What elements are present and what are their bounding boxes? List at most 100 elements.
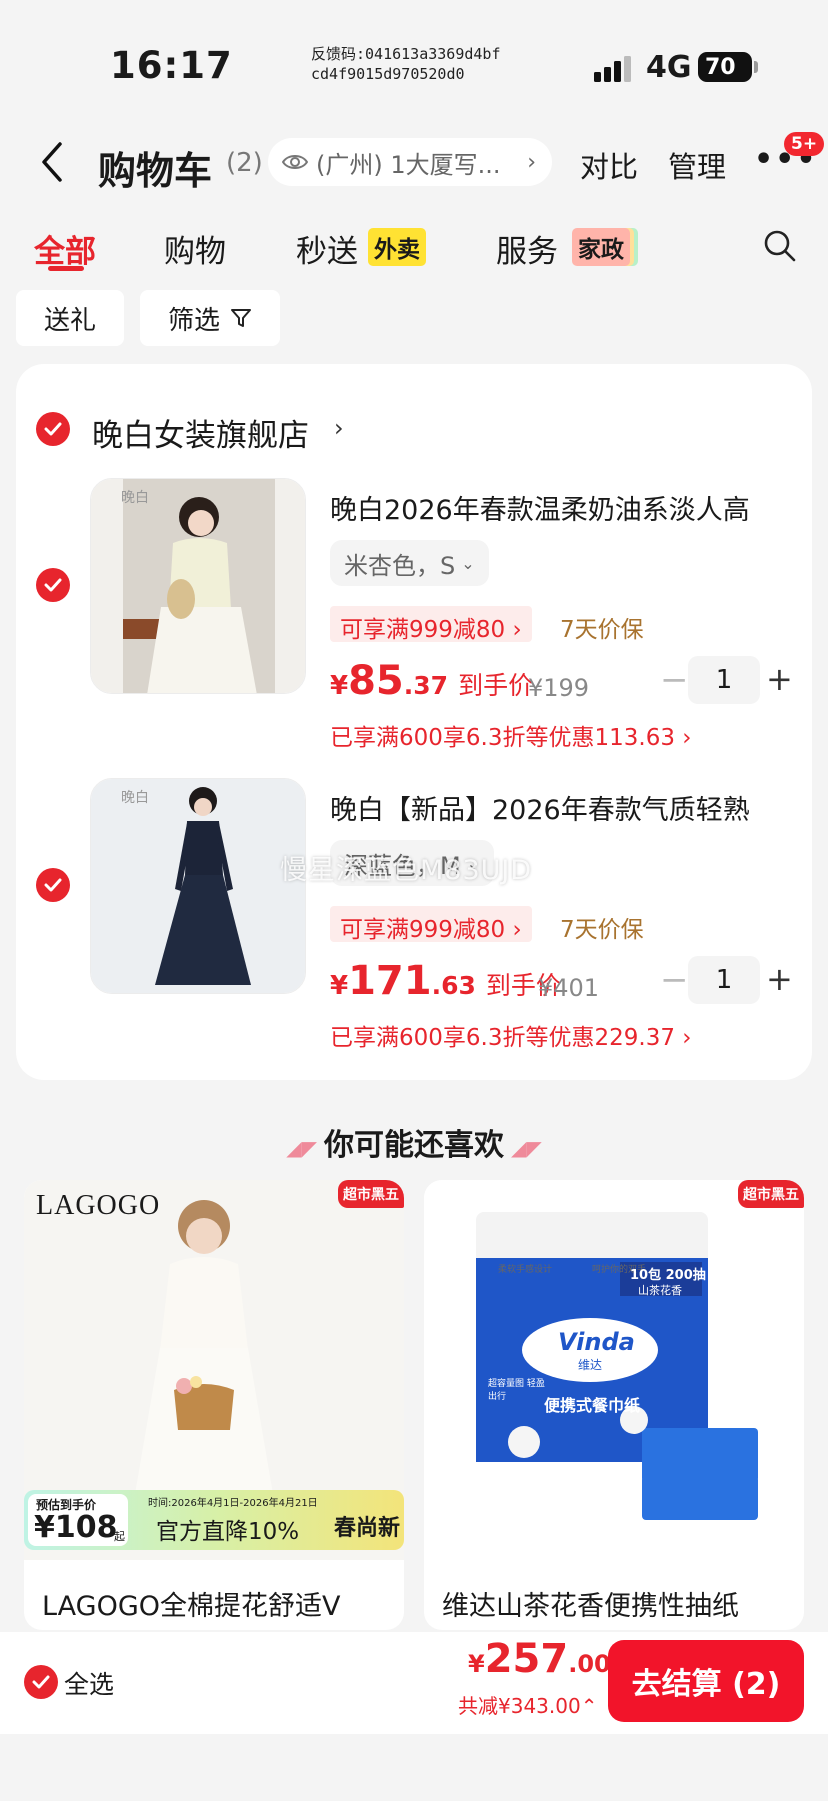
vinda-cn-logo: 维达 [578,1358,603,1372]
est-price-box: 预估到手价 ¥108 起 [28,1494,128,1546]
status-time: 16:17 [110,44,233,87]
gift-filter-button[interactable]: 送礼 [16,290,124,346]
promo-tag[interactable]: 可享满999减80 › [330,906,532,943]
final-price: ¥171.63 到手价 [330,958,561,1004]
decor-right-icon: ◢◤ [504,1136,542,1160]
funnel-icon [231,309,251,327]
price-integer: 171 [348,958,432,1004]
feedback-code: 反馈码:041613a3369d4bf cd4f9015d970520d0 [311,44,501,84]
housekeeping-tag: 家政 [572,228,630,266]
reduction-text: 共减¥343.00 [458,1694,581,1718]
select-all-label[interactable]: 全选 [64,1665,114,1701]
price-decimal: .63 [431,971,476,1000]
search-icon[interactable] [762,228,798,264]
takeout-tag: 外卖 [368,228,426,266]
total-integer: 257 [484,1636,569,1682]
chevron-right-icon: › [682,725,692,751]
tab-instant[interactable]: 秒送 [296,226,358,271]
pack-scent: 山茶花香 [638,1284,682,1297]
promo-badge: 超市黑五 [738,1180,804,1208]
original-price: ¥199 [528,674,590,702]
promo-right-text: 春尚新 [334,1516,401,1541]
quantity-input[interactable]: 1 [688,656,760,704]
battery-icon: 70 [698,52,758,82]
manage-button[interactable]: 管理 [668,144,726,186]
item-select-checkbox[interactable] [36,568,70,602]
product-thumbnail[interactable]: 晚白 [90,778,306,994]
gift-label: 送礼 [43,305,96,336]
chevron-right-icon: › [512,617,522,643]
location-selector[interactable]: (广州) 1大厦写... › [268,138,552,186]
decor-left-icon: ◢◤ [286,1136,324,1160]
qty-plus-button[interactable]: + [766,660,793,698]
check-icon [32,1675,50,1689]
chevron-right-icon: › [682,1025,692,1051]
total-symbol: ¥ [468,1650,485,1678]
qty-minus-button[interactable]: − [660,660,689,700]
shop-select-checkbox[interactable] [36,412,70,446]
recommend-title: ◢◤ 你可能还喜欢 ◢◤ [0,1120,828,1164]
product-image [91,779,305,993]
chevron-right-icon: › [512,917,522,943]
price-integer: 85 [348,658,404,704]
brand-logo: LAGOGO [36,1190,161,1221]
product-thumbnail[interactable]: 晚白 [90,478,306,694]
discount-text: 已享满600享6.3折等优惠113.63 [330,725,675,751]
product-image [424,1180,804,1560]
shop-name[interactable]: 晚白女装旗舰店 [92,410,309,455]
eye-icon [282,155,308,169]
discount-info[interactable]: 已享满600享6.3折等优惠113.63 › [330,718,691,752]
tab-service[interactable]: 服务 [496,226,558,271]
compare-button[interactable]: 对比 [580,144,638,186]
filter-button[interactable]: 筛选 [140,290,280,346]
est-price-suffix: 起 [114,1530,125,1543]
qty-plus-button[interactable]: + [766,960,793,998]
price-symbol: ¥ [330,671,349,701]
pack-count: 10包 200抽 [630,1268,706,1283]
cart-count: (2) [226,148,263,178]
tab-shopping[interactable]: 购物 [164,226,226,271]
recommend-product-title[interactable]: LAGOGO全棉提花舒适V [42,1584,340,1623]
total-price: ¥257.00 [468,1636,611,1682]
network-type: 4G [646,50,692,85]
total-decimal: .00 [568,1650,611,1678]
chevron-down-icon: ⌄ [461,553,475,573]
product-title[interactable]: 晚白2026年春款温柔奶油系淡人高 [330,488,800,527]
message-badge: 5+ [784,132,825,156]
product-title[interactable]: 晚白【新品】2026年春款气质轻熟 [330,788,800,827]
chevron-up-icon: ⌃ [580,1694,598,1718]
tab-all[interactable]: 全部 [34,226,96,271]
chevron-right-icon[interactable]: › [334,414,344,442]
pack-note: 超容量图 轻盈出行 [488,1379,545,1402]
recommend-title-text: 你可能还喜欢 [324,1128,504,1163]
feedback-code-line1: 反馈码:041613a3369d4bf [311,45,501,63]
promo-text: 官方直降10% [156,1519,300,1545]
quantity-value: 1 [715,665,733,695]
recommend-product-title[interactable]: 维达山茶花香便携性抽纸 [442,1584,739,1623]
watermark-overlay: 慢星深蓝色M83UJD [280,855,533,886]
promo-text: 可享满999减80 [340,617,506,643]
check-icon [44,578,62,592]
qty-minus-button[interactable]: − [660,960,689,1000]
total-reduction[interactable]: 共减¥343.00⌃ [458,1690,597,1719]
recommend-card[interactable]: LAGOGO 超市黑五 预估到手价 ¥108 起 时间:2026年4月1日-20… [24,1180,404,1630]
quantity-input[interactable]: 1 [688,956,760,1004]
discount-text: 已享满600享6.3折等优惠229.37 [330,1025,675,1051]
checkout-button[interactable]: 去结算 (2) [608,1640,804,1722]
pack-product-name: 便携式餐巾纸 [544,1396,641,1415]
check-icon [44,878,62,892]
discount-info[interactable]: 已享满600享6.3折等优惠229.37 › [330,1018,691,1052]
back-icon[interactable] [38,140,70,184]
price-guarantee: 7天价保 [560,617,644,643]
tab-active-underline [48,266,84,271]
promo-tag[interactable]: 可享满999减80 › [330,606,532,643]
item-select-checkbox[interactable] [36,868,70,902]
price-label: 到手价 [458,671,534,700]
select-all-checkbox[interactable] [24,1665,58,1699]
original-price: ¥401 [538,974,600,1002]
promo-banner: 预估到手价 ¥108 起 时间:2026年4月1日-2026年4月21日 官方直… [24,1490,404,1550]
recommend-card[interactable]: 柔软手感设计 呵护你的双手 10包 200抽 山茶花香 Vinda 维达 便携式… [424,1180,804,1630]
promo-text: 可享满999减80 [340,917,506,943]
spec-selector[interactable]: 米杏色，S ⌄ [330,540,489,586]
promo-date: 时间:2026年4月1日-2026年4月21日 [148,1498,318,1509]
